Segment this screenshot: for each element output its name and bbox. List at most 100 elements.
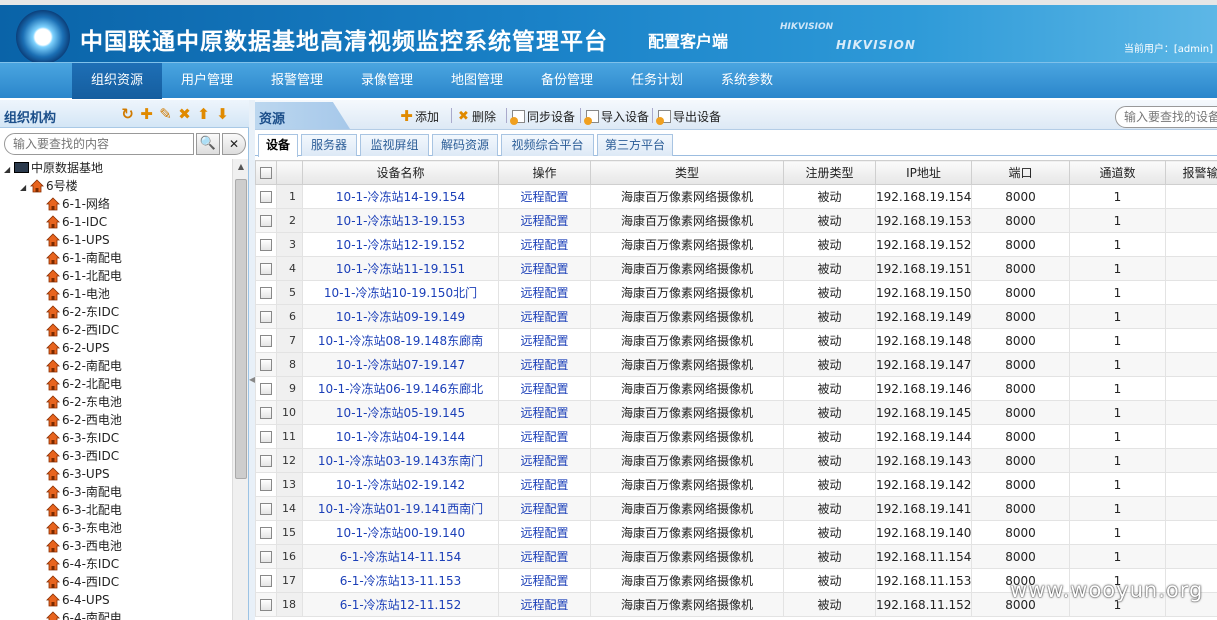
table-row[interactable]: 14 10-1-冷冻站01-19.141西南门 远程配置 海康百万像素网络摄像机 被动 1… xyxy=(255,496,1217,521)
tree-node[interactable]: 6-3-东电池 xyxy=(46,519,122,537)
cell-op-link[interactable]: 远程配置 xyxy=(498,376,591,401)
row-checkbox-cell[interactable] xyxy=(255,280,277,305)
cell-name[interactable]: 10-1-冷冻站06-19.146东廊北 xyxy=(302,376,499,401)
tree-node[interactable]: 6-1-电池 xyxy=(46,285,110,303)
table-row[interactable]: 13 10-1-冷冻站02-19.142 远程配置 海康百万像素网络摄像机 被动 192.… xyxy=(255,472,1217,497)
nav-item-6[interactable]: 任务计划 xyxy=(612,63,702,99)
table-row[interactable]: 5 10-1-冷冻站10-19.150北门 远程配置 海康百万像素网络摄像机 被动 192… xyxy=(255,280,1217,305)
column-header[interactable]: 类型 xyxy=(590,160,784,185)
cell-name[interactable]: 10-1-冷冻站12-19.152 xyxy=(302,232,499,257)
row-checkbox[interactable] xyxy=(260,551,272,563)
tree-node[interactable]: 6-2-东IDC xyxy=(46,303,119,321)
row-checkbox[interactable] xyxy=(260,263,272,275)
tree-node[interactable]: 6-2-东电池 xyxy=(46,393,122,411)
cell-op-link[interactable]: 远程配置 xyxy=(498,256,591,281)
row-checkbox-cell[interactable] xyxy=(255,328,277,353)
row-checkbox-cell[interactable] xyxy=(255,568,277,593)
action-export-device-button[interactable]: 导出设备 xyxy=(656,108,721,125)
table-row[interactable]: 6 10-1-冷冻站09-19.149 远程配置 海康百万像素网络摄像机 被动 192.1… xyxy=(255,304,1217,329)
tree-node[interactable]: 6-1-南配电 xyxy=(46,249,122,267)
row-checkbox-cell[interactable] xyxy=(255,448,277,473)
tree-building[interactable]: ◢ 6号楼 xyxy=(20,177,78,195)
tab-3[interactable]: 解码资源 xyxy=(432,134,498,156)
row-checkbox-cell[interactable] xyxy=(255,304,277,329)
row-checkbox-cell[interactable] xyxy=(255,232,277,257)
tree-node[interactable]: 6-4-南配电 xyxy=(46,609,122,620)
cell-op-link[interactable]: 远程配置 xyxy=(498,424,591,449)
nav-item-1[interactable]: 用户管理 xyxy=(162,63,252,99)
row-checkbox[interactable] xyxy=(260,503,272,515)
cell-op-link[interactable]: 远程配置 xyxy=(498,496,591,521)
cell-name[interactable]: 10-1-冷冻站10-19.150北门 xyxy=(302,280,499,305)
cell-name[interactable]: 10-1-冷冻站00-19.140 xyxy=(302,520,499,545)
tree-node[interactable]: 6-2-北配电 xyxy=(46,375,122,393)
tree-node[interactable]: 6-3-东IDC xyxy=(46,429,119,447)
cell-name[interactable]: 10-1-冷冻站08-19.148东廊南 xyxy=(302,328,499,353)
org-search-input[interactable] xyxy=(4,133,194,155)
tab-0[interactable]: 设备 xyxy=(258,134,298,157)
table-row[interactable]: 3 10-1-冷冻站12-19.152 远程配置 海康百万像素网络摄像机 被动 192.1… xyxy=(255,232,1217,257)
row-checkbox[interactable] xyxy=(260,479,272,491)
row-checkbox-cell[interactable] xyxy=(255,544,277,569)
column-header[interactable]: 操作 xyxy=(498,160,591,185)
cell-op-link[interactable]: 远程配置 xyxy=(498,448,591,473)
tree-node[interactable]: 6-3-北配电 xyxy=(46,501,122,519)
cell-op-link[interactable]: 远程配置 xyxy=(498,328,591,353)
delete-icon[interactable]: ✖ xyxy=(175,105,194,123)
table-row[interactable]: 1 10-1-冷冻站14-19.154 远程配置 海康百万像素网络摄像机 被动 192.1… xyxy=(255,184,1217,209)
row-checkbox[interactable] xyxy=(260,407,272,419)
select-all-checkbox-cell[interactable] xyxy=(255,160,277,185)
move-down-icon[interactable]: ⬇ xyxy=(213,105,232,123)
tree-node[interactable]: 6-4-UPS xyxy=(46,591,110,609)
cell-op-link[interactable]: 远程配置 xyxy=(498,472,591,497)
clear-icon[interactable]: ✕ xyxy=(222,133,246,155)
row-checkbox-cell[interactable] xyxy=(255,376,277,401)
column-header[interactable]: 报警输 xyxy=(1165,160,1217,185)
table-row[interactable]: 12 10-1-冷冻站03-19.143东南门 远程配置 海康百万像素网络摄像机 被动 1… xyxy=(255,448,1217,473)
action-import-device-button[interactable]: 导入设备 xyxy=(584,108,649,125)
table-row[interactable]: 8 10-1-冷冻站07-19.147 远程配置 海康百万像素网络摄像机 被动 192.1… xyxy=(255,352,1217,377)
row-checkbox[interactable] xyxy=(260,455,272,467)
tab-5[interactable]: 第三方平台 xyxy=(597,134,673,156)
row-checkbox[interactable] xyxy=(260,599,272,611)
cell-name[interactable]: 10-1-冷冻站07-19.147 xyxy=(302,352,499,377)
table-row[interactable]: 7 10-1-冷冻站08-19.148东廊南 远程配置 海康百万像素网络摄像机 被动 19… xyxy=(255,328,1217,353)
row-checkbox[interactable] xyxy=(260,311,272,323)
scrollbar-thumb[interactable] xyxy=(235,179,247,479)
row-checkbox-cell[interactable] xyxy=(255,592,277,617)
tree-node[interactable]: 6-3-西电池 xyxy=(46,537,122,555)
action-delete-device-button[interactable]: ✖ 删除 xyxy=(457,108,496,125)
add-icon[interactable]: ✚ xyxy=(137,105,156,123)
nav-item-5[interactable]: 备份管理 xyxy=(522,63,612,99)
row-checkbox[interactable] xyxy=(260,383,272,395)
tree-node[interactable]: 6-2-UPS xyxy=(46,339,110,357)
tree-node[interactable]: 6-1-UPS xyxy=(46,231,110,249)
move-up-icon[interactable]: ⬆ xyxy=(194,105,213,123)
tree-node[interactable]: 6-1-网络 xyxy=(46,195,110,213)
column-header[interactable]: IP地址 xyxy=(875,160,972,185)
nav-item-2[interactable]: 报警管理 xyxy=(252,63,342,99)
column-header[interactable]: 端口 xyxy=(971,160,1070,185)
cell-name[interactable]: 10-1-冷冻站13-19.153 xyxy=(302,208,499,233)
device-search-input[interactable] xyxy=(1115,106,1217,128)
tree-node[interactable]: 6-3-南配电 xyxy=(46,483,122,501)
expand-arrow-icon[interactable]: ◢ xyxy=(4,161,14,179)
row-checkbox-cell[interactable] xyxy=(255,424,277,449)
tree-node[interactable]: 6-1-北配电 xyxy=(46,267,122,285)
row-checkbox-cell[interactable] xyxy=(255,400,277,425)
scroll-up-icon[interactable]: ▲ xyxy=(235,161,247,173)
row-checkbox-cell[interactable] xyxy=(255,256,277,281)
row-checkbox[interactable] xyxy=(260,191,272,203)
nav-item-4[interactable]: 地图管理 xyxy=(432,63,522,99)
row-checkbox-cell[interactable] xyxy=(255,184,277,209)
cell-name[interactable]: 10-1-冷冻站11-19.151 xyxy=(302,256,499,281)
table-row[interactable]: 9 10-1-冷冻站06-19.146东廊北 远程配置 海康百万像素网络摄像机 被动 19… xyxy=(255,376,1217,401)
table-row[interactable]: 11 10-1-冷冻站04-19.144 远程配置 海康百万像素网络摄像机 被动 192.… xyxy=(255,424,1217,449)
select-all-checkbox[interactable] xyxy=(260,167,272,179)
edit-icon[interactable]: ✎ xyxy=(156,105,175,123)
column-header[interactable]: 设备名称 xyxy=(302,160,499,185)
cell-name[interactable]: 10-1-冷冻站04-19.144 xyxy=(302,424,499,449)
row-checkbox[interactable] xyxy=(260,335,272,347)
cell-op-link[interactable]: 远程配置 xyxy=(498,520,591,545)
cell-name[interactable]: 6-1-冷冻站14-11.154 xyxy=(302,544,499,569)
